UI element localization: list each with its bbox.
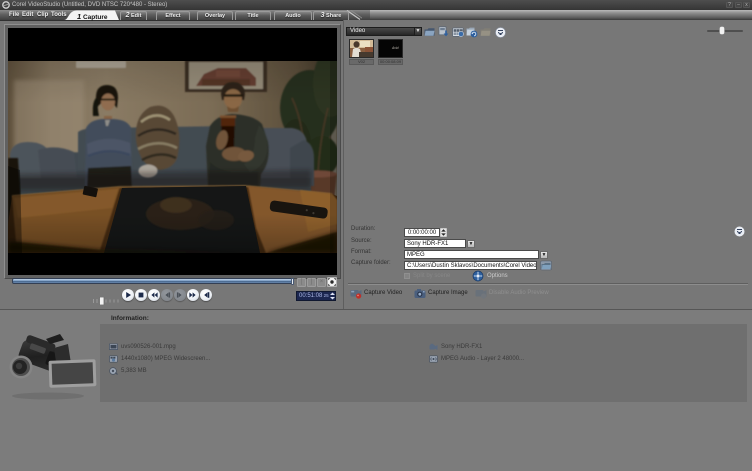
svg-text:Avid: Avid [391,46,399,50]
